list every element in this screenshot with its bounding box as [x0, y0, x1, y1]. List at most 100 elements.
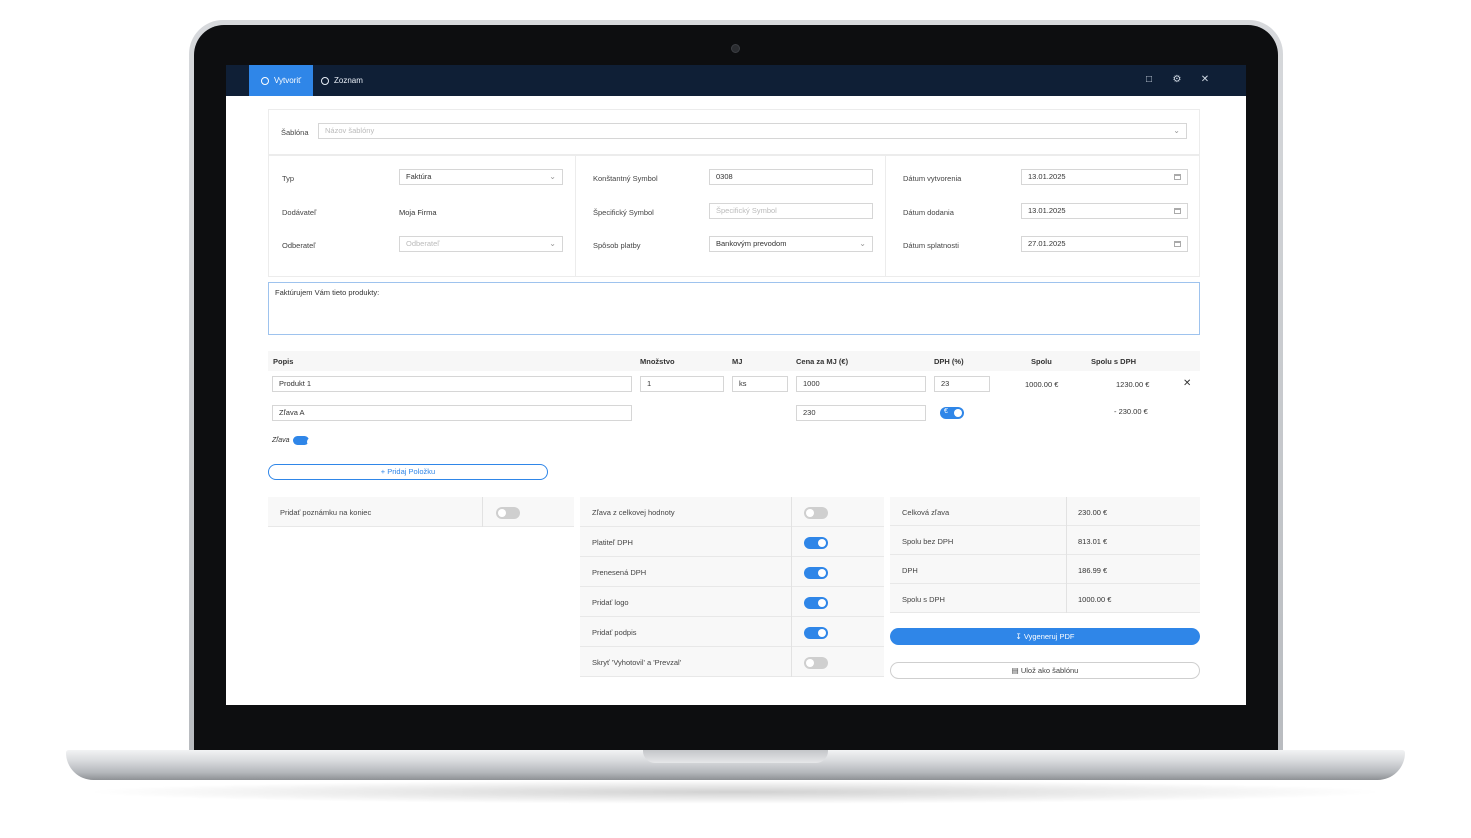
add-item-button[interactable]: + Pridaj Položku	[268, 464, 548, 480]
camera-icon	[731, 44, 740, 53]
option-label: Pridať logo	[592, 598, 629, 607]
option-label: Platiteľ DPH	[592, 538, 633, 547]
template-label: Šablóna	[281, 128, 309, 137]
discount-toggle[interactable]	[293, 436, 315, 446]
summary-label: Celková zľava	[902, 508, 950, 517]
remove-item-icon[interactable]: ✕	[1183, 378, 1191, 389]
discount-value-input[interactable]: 230	[796, 405, 926, 421]
file-icon: ▤	[1011, 666, 1021, 675]
item-vat-input[interactable]: 23	[934, 376, 990, 392]
template-card: Šablóna Názov šablóny ⌄	[268, 109, 1200, 155]
save-template-button[interactable]: ▤ Ulož ako šablónu	[890, 662, 1200, 679]
const-symbol-label: Konštantný Symbol	[593, 174, 658, 183]
const-symbol-value: 0308	[716, 172, 733, 181]
divider	[1066, 497, 1067, 526]
created-date-input[interactable]: 13.01.2025	[1021, 169, 1188, 185]
option-toggle[interactable]	[804, 567, 828, 579]
option-row: Skryť 'Vyhotovil' a 'Prevzal'	[580, 647, 884, 677]
option-row: Prenesená DPH	[580, 557, 884, 587]
item-total: 1000.00 €	[1025, 380, 1059, 389]
option-toggle[interactable]	[804, 537, 828, 549]
note-toggle[interactable]	[496, 507, 520, 519]
divider	[1066, 584, 1067, 613]
discount-desc-input[interactable]: Zľava A	[272, 405, 632, 421]
euro-symbol: €	[944, 408, 948, 415]
payment-label: Spôsob platby	[593, 241, 641, 250]
summary-value: 186.99 €	[1078, 566, 1108, 575]
clock-icon	[321, 76, 329, 85]
calendar-icon	[1174, 241, 1181, 247]
col-header-unit: MJ	[732, 357, 743, 366]
type-select[interactable]: Faktúra ⌄	[399, 169, 563, 185]
plus-circle-icon	[261, 76, 269, 85]
gear-icon[interactable]: ⚙	[1171, 74, 1183, 86]
close-icon[interactable]: ✕	[1199, 74, 1211, 86]
divider	[791, 647, 792, 677]
type-label: Typ	[282, 174, 295, 183]
item-total-vat: 1230.00 €	[1116, 380, 1150, 389]
invoice-parties-card: Typ Faktúra ⌄ Dodávateľ Moja Firma Odber…	[268, 155, 576, 277]
summary-value: 813.01 €	[1078, 537, 1108, 546]
discount-currency-toggle[interactable]: €	[940, 407, 964, 419]
item-desc-input[interactable]: Produkt 1	[272, 376, 632, 392]
option-toggle[interactable]	[804, 627, 828, 639]
tab-list-label: Zoznam	[334, 76, 363, 85]
option-label: Pridať podpis	[592, 628, 637, 637]
summary-value: 230.00 €	[1078, 508, 1108, 517]
option-toggle[interactable]	[804, 507, 828, 519]
customer-label: Odberateľ	[282, 241, 316, 250]
template-select[interactable]: Názov šablóny ⌄	[318, 123, 1187, 139]
customer-placeholder: Odberateľ	[406, 239, 440, 248]
summary-value: 1000.00 €	[1078, 595, 1112, 604]
option-label: Prenesená DPH	[592, 568, 647, 577]
item-price-input[interactable]: 1000	[796, 376, 926, 392]
summary-row: Celková zľava 230.00 €	[890, 497, 1200, 526]
app-screen: Vytvoriť Zoznam □ ⚙ ✕ Šablóna Názov šabl…	[226, 65, 1246, 705]
delivery-date-input[interactable]: 13.01.2025	[1021, 203, 1188, 219]
spec-symbol-placeholder: Špecifický Symbol	[716, 206, 777, 215]
option-row: Zľava z celkovej hodnoty	[580, 497, 884, 527]
payment-select[interactable]: Bankovým prevodom ⌄	[709, 236, 873, 252]
due-date-value: 27.01.2025	[1028, 239, 1066, 248]
generate-pdf-button[interactable]: ↧ Vygeneruj PDF	[890, 628, 1200, 645]
chat-icon[interactable]: □	[1143, 74, 1155, 86]
divider	[791, 617, 792, 647]
invoice-symbols-card: Konštantný Symbol 0308 Špecifický Symbol…	[575, 155, 886, 277]
item-unit-input[interactable]: ks	[732, 376, 788, 392]
option-row: Pridať podpis	[580, 617, 884, 647]
option-toggle[interactable]	[804, 657, 828, 669]
option-row: Pridať logo	[580, 587, 884, 617]
const-symbol-input[interactable]: 0308	[709, 169, 873, 185]
delivery-date-label: Dátum dodania	[903, 208, 954, 217]
chevron-down-icon: ⌄	[549, 239, 556, 248]
option-label: Skryť 'Vyhotovil' a 'Prevzal'	[592, 658, 682, 667]
tab-create[interactable]: Vytvoriť	[249, 65, 314, 96]
calendar-icon	[1174, 174, 1181, 180]
col-header-vat: DPH (%)	[934, 357, 964, 366]
delivery-date-value: 13.01.2025	[1028, 206, 1066, 215]
tab-list[interactable]: Zoznam	[309, 65, 375, 96]
col-header-total-vat: Spolu s DPH	[1091, 357, 1137, 366]
supplier-label: Dodávateľ	[282, 208, 317, 217]
divider	[1066, 555, 1067, 584]
spec-symbol-label: Špecifický Symbol	[593, 208, 654, 217]
customer-select[interactable]: Odberateľ ⌄	[399, 236, 563, 252]
option-row: Platiteľ DPH	[580, 527, 884, 557]
top-bar: Vytvoriť Zoznam □ ⚙ ✕	[226, 65, 1246, 96]
summary-row: DPH 186.99 €	[890, 555, 1200, 584]
col-header-desc: Popis	[273, 357, 294, 366]
divider	[482, 497, 483, 527]
spec-symbol-input[interactable]: Špecifický Symbol	[709, 203, 873, 219]
due-date-input[interactable]: 27.01.2025	[1021, 236, 1188, 252]
item-qty-input[interactable]: 1	[640, 376, 724, 392]
summary-label: Spolu bez DPH	[902, 537, 954, 546]
invoice-dates-card: Dátum vytvorenia 13.01.2025 Dátum dodani…	[885, 155, 1200, 277]
payment-value: Bankovým prevodom	[716, 239, 787, 248]
option-toggle[interactable]	[804, 597, 828, 609]
tab-create-label: Vytvoriť	[274, 76, 302, 85]
add-item-label: Pridaj Položku	[387, 467, 436, 476]
intro-textarea[interactable]: Faktúrujem Vám tieto produkty:	[268, 282, 1200, 335]
created-date-value: 13.01.2025	[1028, 172, 1066, 181]
note-option-row: Pridať poznámku na koniec	[268, 497, 574, 527]
type-value: Faktúra	[406, 172, 432, 181]
